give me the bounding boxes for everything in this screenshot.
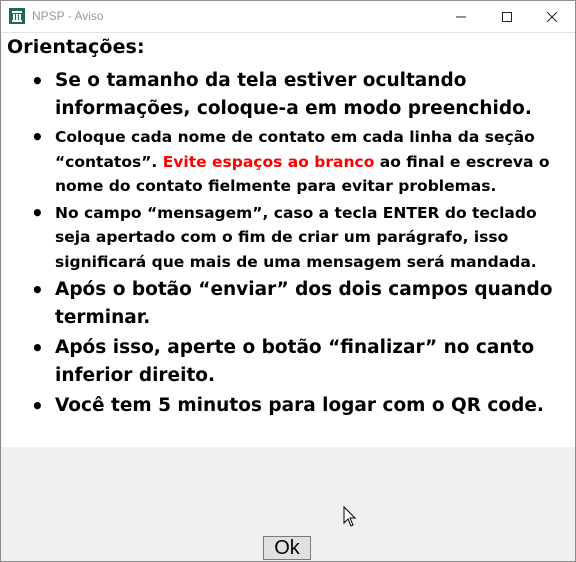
- bullet-icon: •: [31, 125, 44, 149]
- dialog-window: NPSP - Aviso Orientações: • Se o tamanho…: [0, 0, 576, 562]
- bullet-icon: •: [31, 69, 44, 93]
- instruction-text: Você tem 5 minutos para logar com o QR c…: [55, 395, 544, 416]
- ok-button[interactable]: Ok: [263, 536, 311, 560]
- list-item: • Se o tamanho da tela estiver ocultando…: [2, 67, 575, 123]
- message-panel: Orientações: • Se o tamanho da tela esti…: [2, 32, 575, 447]
- instructions-heading: Orientações:: [7, 36, 145, 58]
- window-title: NPSP - Aviso: [32, 9, 104, 23]
- warning-highlight: Evite espaços ao branco: [162, 152, 375, 171]
- close-icon: [547, 11, 557, 22]
- maximize-button[interactable]: [484, 1, 530, 32]
- mouse-cursor-icon: [343, 506, 357, 527]
- list-item: • Coloque cada nome de contato em cada l…: [2, 125, 575, 199]
- bullet-icon: •: [31, 336, 44, 360]
- instruction-text: Após isso, aperte o botão “finalizar” no…: [55, 337, 535, 386]
- instruction-text: Após o botão “enviar” dos dois campos qu…: [55, 279, 553, 328]
- instruction-text: No campo “mensagem”, caso a tecla ENTER …: [55, 203, 537, 271]
- close-button[interactable]: [529, 1, 575, 32]
- title-bar[interactable]: NPSP - Aviso: [1, 1, 575, 32]
- maximize-icon: [502, 11, 512, 22]
- minimize-button[interactable]: [438, 1, 484, 32]
- instructions-list: • Se o tamanho da tela estiver ocultando…: [2, 67, 575, 422]
- bullet-icon: •: [31, 200, 44, 225]
- instruction-text: Se o tamanho da tela estiver ocultando i…: [55, 70, 532, 119]
- minimize-icon: [456, 16, 466, 17]
- app-icon: [9, 8, 25, 24]
- bullet-icon: •: [31, 278, 44, 302]
- list-item: • Após o botão “enviar” dos dois campos …: [2, 276, 575, 332]
- list-item: • Após isso, aperte o botão “finalizar” …: [2, 334, 575, 390]
- list-item: • No campo “mensagem”, caso a tecla ENTE…: [2, 201, 575, 275]
- bullet-icon: •: [31, 394, 44, 418]
- list-item: • Você tem 5 minutos para logar com o QR…: [2, 392, 575, 420]
